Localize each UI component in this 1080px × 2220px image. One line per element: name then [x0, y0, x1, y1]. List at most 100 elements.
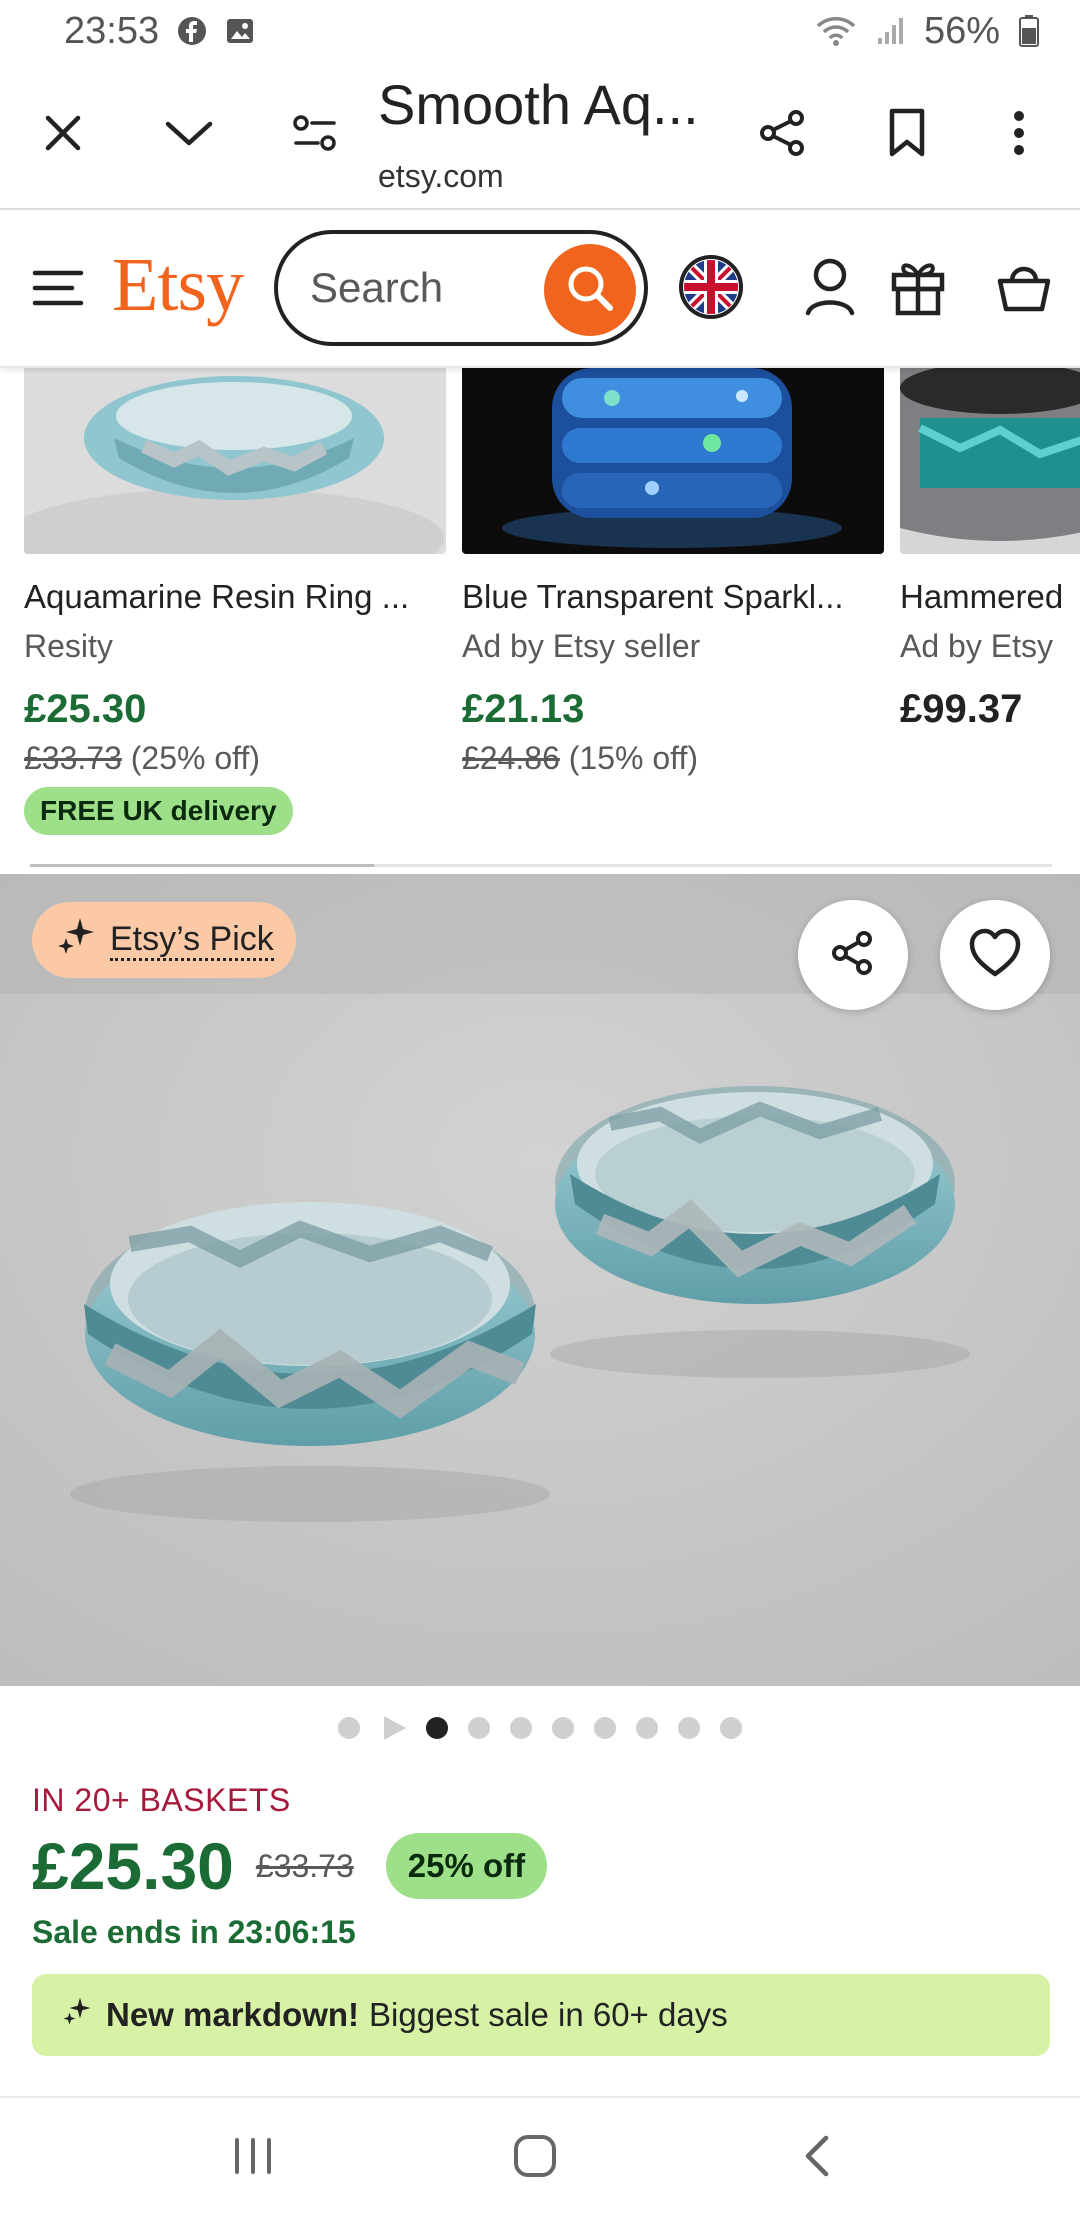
- pagination-dot[interactable]: [594, 1717, 616, 1739]
- listing-title[interactable]: Hammered: [900, 578, 1080, 616]
- account-icon: [804, 257, 856, 322]
- more-icon: [1013, 110, 1025, 161]
- listing-image[interactable]: [24, 368, 446, 554]
- close-tab-button[interactable]: [28, 100, 98, 170]
- more-options-button[interactable]: [984, 100, 1054, 170]
- recent-apps-button[interactable]: [218, 2128, 288, 2188]
- sparkle-icon: [62, 1996, 92, 2034]
- markdown-text: Biggest sale in 60+ days: [369, 1996, 728, 2033]
- listing-original-price: £24.86: [462, 740, 560, 776]
- listing-card[interactable]: Aquamarine Resin Ring ... Resity £25.30 …: [24, 368, 446, 835]
- related-listings-carousel[interactable]: Aquamarine Resin Ring ... Resity £25.30 …: [0, 368, 1080, 868]
- close-icon: [43, 113, 83, 158]
- pagination-dot[interactable]: [636, 1717, 658, 1739]
- signal-icon: [876, 16, 906, 46]
- clock: 23:53: [64, 9, 160, 52]
- video-play-icon[interactable]: [384, 1716, 406, 1740]
- page-title: Smooth Aq...: [378, 73, 699, 136]
- chevron-down-icon: [164, 118, 214, 153]
- gallery-icon: [225, 16, 255, 46]
- site-settings-button[interactable]: [280, 100, 350, 170]
- listing-original-price-row: £33.73 (25% off): [24, 740, 446, 777]
- pagination-dot[interactable]: [468, 1717, 490, 1739]
- listing-title[interactable]: Aquamarine Resin Ring ...: [24, 578, 446, 616]
- listing-original-price: £33.73: [24, 740, 122, 776]
- status-bar: 23:53 56%: [0, 0, 1080, 62]
- listing-seller: Ad by Etsy: [900, 628, 1053, 664]
- search-icon: [564, 262, 616, 319]
- listing-title[interactable]: Blue Transparent Sparkl...: [462, 578, 884, 616]
- markdown-title: New markdown!: [106, 1996, 360, 2033]
- battery-percent: 56%: [923, 9, 1000, 52]
- product-price: £25.30: [32, 1829, 234, 1903]
- status-right: 56%: [814, 10, 1040, 53]
- minimize-tab-button[interactable]: [154, 100, 224, 170]
- listing-card[interactable]: Blue Transparent Sparkl... Ad by Etsy se…: [462, 368, 884, 777]
- listing-image[interactable]: [900, 368, 1080, 554]
- wifi-icon: [814, 16, 858, 46]
- discount-badge: 25% off: [385, 1833, 548, 1899]
- gift-icon: [890, 257, 946, 322]
- uk-flag-icon: [679, 254, 743, 324]
- gift-button[interactable]: [888, 256, 948, 322]
- menu-icon: [32, 268, 84, 313]
- carousel-scrollbar-thumb[interactable]: [30, 864, 374, 867]
- in-baskets-label: IN 20+ BASKETS: [32, 1782, 291, 1818]
- status-left: 23:53: [64, 10, 255, 53]
- basket-button[interactable]: [994, 256, 1054, 322]
- pagination-dot[interactable]: [552, 1717, 574, 1739]
- account-button[interactable]: [800, 256, 860, 322]
- share-listing-button[interactable]: [798, 900, 908, 1010]
- product-image[interactable]: Etsy’s Pick: [0, 874, 1080, 1686]
- facebook-icon: [177, 16, 207, 46]
- sale-countdown: Sale ends in 23:06:15: [32, 1914, 356, 1950]
- listing-discount: (15% off): [568, 740, 699, 776]
- page-domain: etsy.com: [378, 158, 504, 194]
- pagination-dot[interactable]: [678, 1717, 700, 1739]
- basket-icon: [996, 261, 1052, 318]
- listing-seller: Resity: [24, 628, 113, 664]
- search-input[interactable]: [310, 264, 520, 312]
- battery-icon: [1018, 15, 1040, 47]
- pagination-dot-active[interactable]: [426, 1717, 448, 1739]
- search-box: [274, 230, 648, 346]
- etsy-logo[interactable]: Etsy: [112, 242, 244, 329]
- system-nav-bar: [0, 2096, 1080, 2220]
- favorite-button[interactable]: [940, 900, 1050, 1010]
- pagination-dot[interactable]: [720, 1717, 742, 1739]
- home-button[interactable]: [500, 2128, 570, 2188]
- etsys-pick-badge[interactable]: Etsy’s Pick: [32, 902, 296, 978]
- browser-toolbar: Smooth Aq... etsy.com: [0, 62, 1080, 210]
- listing-price: £25.30: [24, 687, 147, 731]
- listing-seller: Ad by Etsy seller: [462, 628, 701, 664]
- product-original-price: £33.73: [255, 1847, 354, 1884]
- free-delivery-badge: FREE UK delivery: [24, 787, 293, 835]
- site-settings-icon: [292, 113, 338, 158]
- bookmark-button[interactable]: [872, 100, 942, 170]
- markdown-banner: New markdown! Biggest sale in 60+ days: [32, 1974, 1050, 2056]
- listing-price: £99.37: [900, 687, 1023, 731]
- share-icon: [758, 108, 808, 163]
- home-icon: [512, 2133, 558, 2184]
- etsy-header: Etsy: [0, 212, 1080, 368]
- bookmark-icon: [887, 108, 927, 163]
- listing-discount: (25% off): [130, 740, 261, 776]
- price-row: £25.30 £33.73 25% off: [32, 1828, 548, 1904]
- search-button[interactable]: [544, 244, 636, 336]
- heart-icon: [968, 928, 1022, 983]
- listing-card[interactable]: Hammered Ad by Etsy £99.37: [900, 368, 1080, 732]
- pagination-dot[interactable]: [338, 1717, 360, 1739]
- pagination-dot[interactable]: [510, 1717, 532, 1739]
- listing-original-price-row: £24.86 (15% off): [462, 740, 884, 777]
- back-icon: [802, 2134, 832, 2183]
- recent-apps-icon: [231, 2136, 275, 2181]
- etsys-pick-label: Etsy’s Pick: [110, 920, 274, 961]
- share-icon: [828, 928, 878, 983]
- menu-button[interactable]: [30, 262, 86, 318]
- listing-image[interactable]: [462, 368, 884, 554]
- share-button[interactable]: [748, 100, 818, 170]
- back-button[interactable]: [782, 2128, 852, 2188]
- image-pagination: [0, 1716, 1080, 1740]
- listing-price: £21.13: [462, 687, 585, 731]
- region-button[interactable]: [678, 254, 744, 324]
